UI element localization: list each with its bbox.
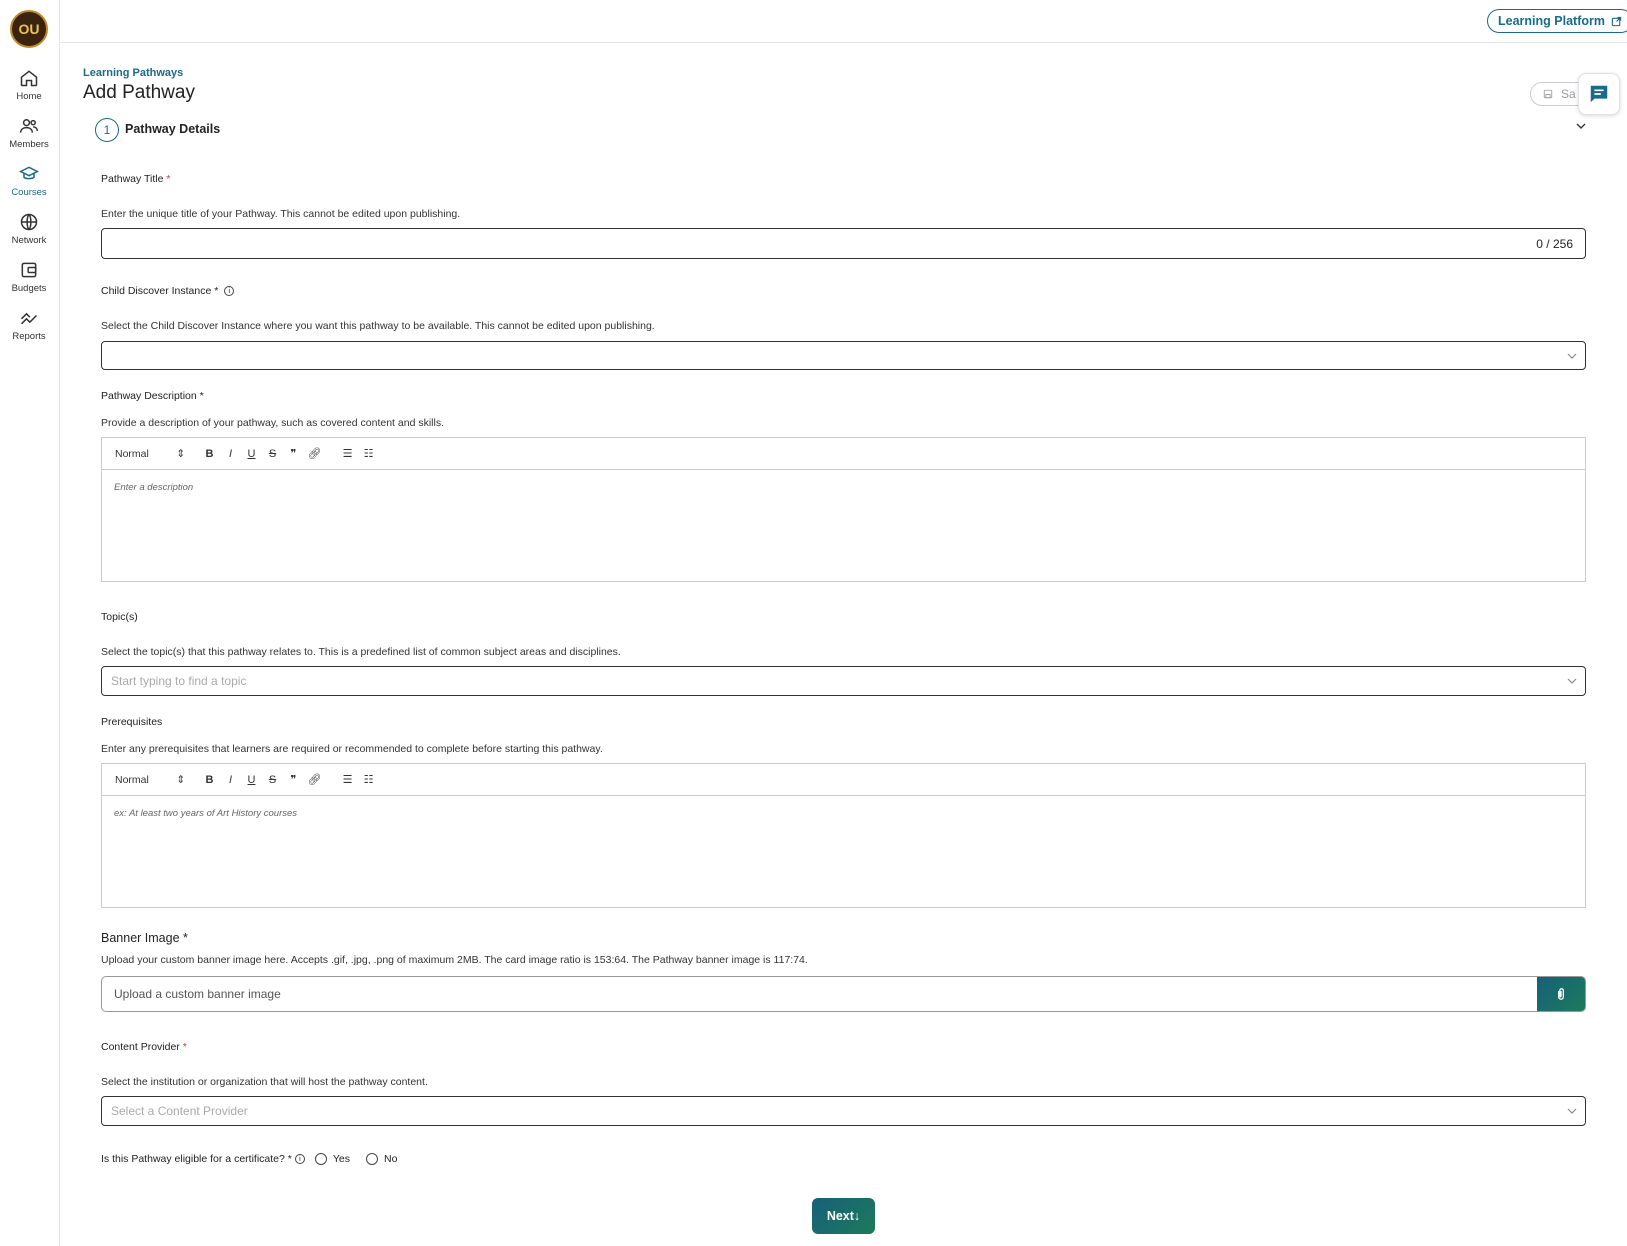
pathway-title-label: Pathway Title * — [101, 173, 171, 185]
chevron-down-icon[interactable] — [1575, 121, 1587, 131]
home-icon — [20, 70, 38, 87]
chat-button[interactable] — [1578, 73, 1620, 115]
topics-help: Select the topic(s) that this pathway re… — [101, 646, 621, 658]
certificate-yes-radio[interactable] — [314, 1153, 327, 1165]
prerequisites-body[interactable]: ex: At least two years of Art History co… — [102, 796, 1585, 831]
content-provider-help: Select the institution or organization t… — [101, 1076, 428, 1088]
format-select[interactable]: Normal ⇕ — [115, 774, 185, 786]
pathway-title-help: Enter the unique title of your Pathway. … — [101, 208, 461, 220]
prerequisites-label: Prerequisites — [101, 716, 163, 728]
topics-input[interactable]: Start typing to find a topic — [101, 666, 1586, 696]
bold-button[interactable]: B — [199, 448, 220, 460]
strike-button[interactable]: S — [262, 448, 283, 460]
ordered-list-icon[interactable]: ☰ — [337, 773, 358, 786]
child-instance-help: Select the Child Discover Instance where… — [101, 320, 655, 332]
bold-button[interactable]: B — [199, 774, 220, 786]
prerequisites-help: Enter any prerequisites that learners ar… — [101, 743, 603, 755]
chevron-down-icon — [1567, 678, 1577, 684]
underline-button[interactable]: U — [241, 448, 262, 460]
description-help: Provide a description of your pathway, s… — [101, 417, 444, 429]
updown-icon: ⇕ — [176, 447, 185, 460]
content-provider-label: Content Provider * — [101, 1041, 187, 1053]
arrow-down-icon: ↓ — [853, 1209, 861, 1223]
italic-button[interactable]: I — [220, 774, 241, 786]
ordered-list-icon[interactable]: ☰ — [337, 447, 358, 460]
breadcrumb[interactable]: Learning Pathways — [83, 67, 183, 79]
courses-icon — [19, 166, 39, 180]
italic-button[interactable]: I — [220, 448, 241, 460]
format-select[interactable]: Normal ⇕ — [115, 448, 185, 460]
underline-button[interactable]: U — [241, 774, 262, 786]
sidebar-item-courses[interactable]: Courses — [0, 164, 58, 198]
info-icon[interactable]: i — [224, 286, 235, 296]
sidebar-item-label: Courses — [11, 187, 47, 198]
attach-button[interactable] — [1537, 977, 1585, 1011]
sidebar-item-label: Network — [11, 235, 47, 246]
sidebar: OU Home Members Courses Network Budgets … — [0, 0, 60, 1246]
editor-toolbar: Normal ⇕ B I U S ❞ 🔗︎ ☰ ☷ — [102, 764, 1585, 796]
prerequisites-editor[interactable]: Normal ⇕ B I U S ❞ 🔗︎ ☰ ☷ ex: At least tw… — [101, 763, 1586, 908]
banner-upload-placeholder: Upload a custom banner image — [114, 987, 281, 1001]
sidebar-item-label: Reports — [12, 331, 46, 342]
link-icon[interactable]: 🔗︎ — [304, 773, 325, 786]
quote-icon[interactable]: ❞ — [283, 447, 304, 460]
chevron-down-icon — [1567, 353, 1577, 359]
bullet-list-icon[interactable]: ☷ — [358, 447, 379, 460]
banner-image-help: Upload your custom banner image here. Ac… — [101, 954, 808, 966]
org-logo[interactable]: OU — [10, 10, 48, 48]
save-icon — [1543, 89, 1553, 99]
external-link-icon — [1611, 16, 1622, 26]
info-icon[interactable]: i — [294, 1154, 305, 1164]
banner-upload-field[interactable]: Upload a custom banner image — [101, 976, 1586, 1012]
sidebar-item-home[interactable]: Home — [0, 68, 58, 102]
editor-toolbar: Normal ⇕ B I U S ❞ 🔗︎ ☰ ☷ — [102, 438, 1585, 470]
child-instance-select[interactable] — [101, 341, 1586, 370]
reports-icon — [20, 312, 38, 325]
description-label: Pathway Description * — [101, 390, 204, 402]
chat-icon — [1590, 85, 1608, 103]
link-icon[interactable]: 🔗︎ — [304, 447, 325, 460]
description-body[interactable]: Enter a description — [102, 470, 1585, 505]
certificate-no-radio[interactable] — [365, 1153, 378, 1165]
pathway-title-input[interactable]: 0 / 256 — [101, 228, 1586, 259]
step-number: 1 — [95, 118, 119, 142]
top-bar: Learning Platform — [60, 0, 1627, 43]
description-editor[interactable]: Normal ⇕ B I U S ❞ 🔗︎ ☰ ☷ Enter a descrip… — [101, 437, 1586, 582]
step-title: Pathway Details — [125, 122, 221, 136]
sidebar-item-reports[interactable]: Reports — [0, 308, 58, 342]
topics-label: Topic(s) — [101, 611, 138, 623]
next-button[interactable]: Next ↓ — [812, 1198, 875, 1234]
wallet-icon — [21, 262, 37, 278]
banner-image-label: Banner Image * — [101, 931, 188, 945]
certificate-question: Is this Pathway eligible for a certifica… — [101, 1153, 398, 1165]
globe-icon — [20, 213, 38, 231]
chevron-down-icon — [1567, 1108, 1577, 1114]
page-title: Add Pathway — [83, 82, 195, 103]
content-provider-select[interactable]: Select a Content Provider — [101, 1096, 1586, 1126]
strike-button[interactable]: S — [262, 774, 283, 786]
sidebar-item-budgets[interactable]: Budgets — [0, 260, 58, 294]
sidebar-item-network[interactable]: Network — [0, 212, 58, 246]
sidebar-item-label: Budgets — [11, 283, 47, 294]
child-instance-label: Child Discover Instance * i — [101, 285, 235, 297]
updown-icon: ⇕ — [176, 773, 185, 786]
learning-platform-button[interactable]: Learning Platform — [1487, 9, 1627, 33]
members-icon — [19, 119, 39, 133]
paperclip-icon — [1558, 988, 1564, 1000]
sidebar-item-label: Members — [9, 139, 49, 150]
sidebar-item-label: Home — [16, 91, 42, 102]
bullet-list-icon[interactable]: ☷ — [358, 773, 379, 786]
quote-icon[interactable]: ❞ — [283, 773, 304, 786]
sidebar-item-members[interactable]: Members — [0, 116, 58, 150]
character-counter: 0 / 256 — [1536, 236, 1573, 251]
